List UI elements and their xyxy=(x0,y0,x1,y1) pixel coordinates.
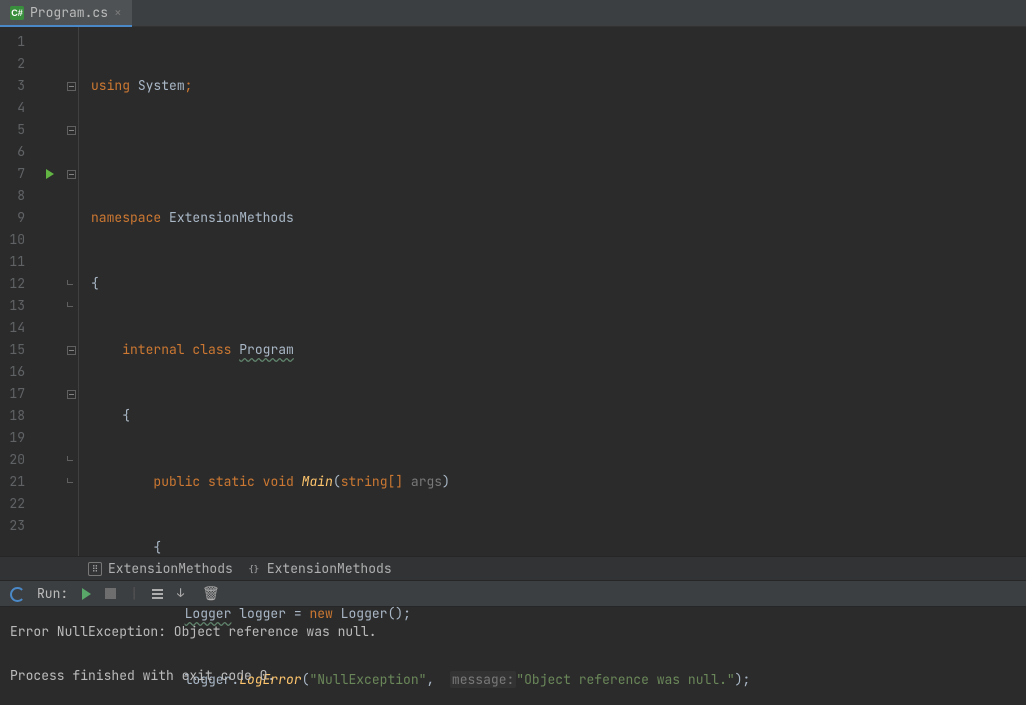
line-number: 9 xyxy=(0,207,33,229)
line-number: 10 xyxy=(0,229,33,251)
line-number-gutter: 1234567891011121314151617181920212223 xyxy=(0,27,33,556)
fold-end-icon xyxy=(64,273,78,295)
fold-icon[interactable] xyxy=(64,119,78,141)
fold-icon[interactable] xyxy=(64,339,78,361)
line-number: 17 xyxy=(0,383,33,405)
line-number: 23 xyxy=(0,515,33,537)
code-editor[interactable]: 1234567891011121314151617181920212223 us… xyxy=(0,27,1026,556)
line-number: 15 xyxy=(0,339,33,361)
line-number: 1 xyxy=(0,31,33,53)
play-icon[interactable] xyxy=(82,588,91,600)
run-gutter xyxy=(33,27,64,556)
soft-wrap-icon[interactable] xyxy=(152,589,163,599)
trash-icon[interactable]: 🗑 xyxy=(202,585,220,603)
line-number: 5 xyxy=(0,119,33,141)
fold-end-icon xyxy=(64,449,78,471)
line-number: 8 xyxy=(0,185,33,207)
rerun-icon[interactable] xyxy=(10,587,23,600)
line-number: 20 xyxy=(0,449,33,471)
fold-gutter xyxy=(64,27,79,556)
stop-icon[interactable] xyxy=(105,588,116,599)
line-number: 6 xyxy=(0,141,33,163)
breadcrumb-namespace[interactable]: ⠿ ExtensionMethods xyxy=(88,560,233,577)
fold-icon[interactable] xyxy=(64,383,78,405)
line-number: 14 xyxy=(0,317,33,339)
line-number: 19 xyxy=(0,427,33,449)
line-number: 12 xyxy=(0,273,33,295)
run-label: Run: xyxy=(37,585,68,602)
separator: | xyxy=(130,585,138,602)
close-icon[interactable]: × xyxy=(114,4,122,21)
line-number: 11 xyxy=(0,251,33,273)
line-number: 21 xyxy=(0,471,33,493)
line-number: 4 xyxy=(0,97,33,119)
fold-icon[interactable] xyxy=(64,75,78,97)
line-number: 3 xyxy=(0,75,33,97)
line-number: 7 xyxy=(0,163,33,185)
fold-end-icon xyxy=(64,295,78,317)
line-number: 2 xyxy=(0,53,33,75)
parameter-hint: message: xyxy=(450,671,516,688)
editor-tab-bar: C# Program.cs × xyxy=(0,0,1026,27)
braces-icon: {} xyxy=(247,562,261,576)
line-number: 16 xyxy=(0,361,33,383)
line-number: 13 xyxy=(0,295,33,317)
fold-end-icon xyxy=(64,471,78,493)
namespace-icon: ⠿ xyxy=(88,562,102,576)
scroll-to-end-icon[interactable] xyxy=(177,588,188,599)
run-line-icon[interactable] xyxy=(33,163,64,185)
code-content[interactable]: using System; namespace ExtensionMethods… xyxy=(79,27,1026,556)
file-tab[interactable]: C# Program.cs × xyxy=(0,0,132,26)
breadcrumb-namespace[interactable]: {} ExtensionMethods xyxy=(247,560,392,577)
file-tab-label: Program.cs xyxy=(30,4,108,21)
line-number: 22 xyxy=(0,493,33,515)
line-number: 18 xyxy=(0,405,33,427)
fold-icon[interactable] xyxy=(64,163,78,185)
csharp-file-icon: C# xyxy=(10,6,24,20)
